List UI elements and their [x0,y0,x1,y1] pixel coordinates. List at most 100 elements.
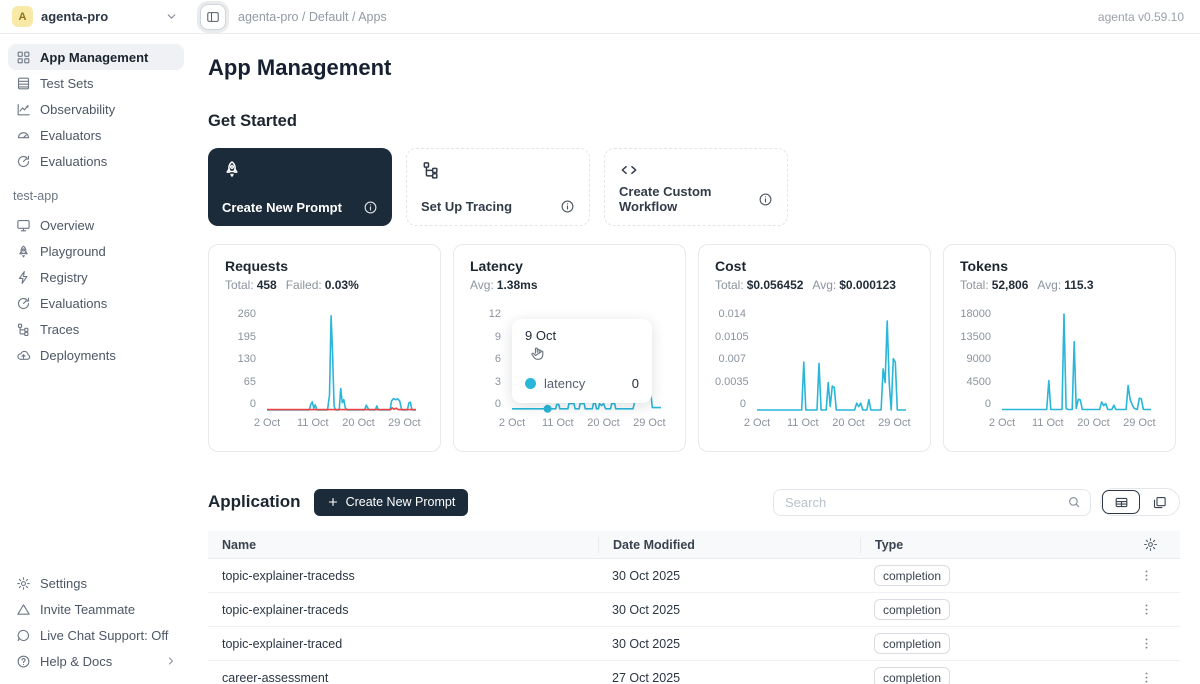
x-tick: 29 Oct [1123,417,1155,429]
y-tick: 0 [470,399,501,409]
sidebar-item-live-chat-support-off[interactable]: Live Chat Support: Off [8,622,184,648]
table-icon [15,75,31,91]
info-icon[interactable] [363,200,378,215]
gauge-icon [15,127,31,143]
x-tick: 29 Oct [878,417,910,429]
table-header: Name Date Modified Type [208,531,1180,559]
row-actions-kebab-icon[interactable] [1078,568,1180,583]
search-input[interactable] [785,495,1067,510]
application-header: Application Create New Prompt [208,488,1180,516]
refresh-icon [15,295,31,311]
x-tick: 2 Oct [744,417,770,429]
view-toggle [1100,488,1180,516]
chevron-right-icon [165,655,177,667]
row-actions-kebab-icon[interactable] [1078,670,1180,684]
sidebar-item-invite-teammate[interactable]: Invite Teammate [8,596,184,622]
info-icon[interactable] [560,199,575,214]
row-actions-kebab-icon[interactable] [1078,636,1180,651]
sidebar-item-observability[interactable]: Observability [8,96,184,122]
workspace-selector[interactable]: A agenta-pro [0,6,192,27]
column-header-date-modified[interactable]: Date Modified [598,537,860,553]
y-tick: 260 [225,309,256,319]
app-name[interactable]: topic-explainer-traceds [208,603,598,617]
line-chart [1000,305,1158,415]
get-started-card-set-up-tracing[interactable]: Set Up Tracing [406,148,590,226]
y-tick: 4500 [960,377,991,387]
card-view-button[interactable] [1140,490,1178,514]
sidebar-app-nav: OverviewPlaygroundRegistryEvaluationsTra… [8,212,184,368]
table-row[interactable]: topic-explainer-traceds30 Oct 2025comple… [208,593,1180,627]
sidebar-item-settings[interactable]: Settings [8,570,184,596]
tree-icon [421,160,441,180]
page-title: App Management [208,55,1180,81]
type-badge: completion [874,667,950,684]
hand-cursor-icon [528,345,545,362]
row-actions-kebab-icon[interactable] [1078,602,1180,617]
sidebar-item-playground[interactable]: Playground [8,238,184,264]
y-tick: 0.0105 [715,332,746,342]
sidebar-item-help-docs[interactable]: Help & Docs [8,648,184,674]
sidebar-item-deployments[interactable]: Deployments [8,342,184,368]
sidebar-item-evaluations[interactable]: Evaluations [8,148,184,174]
column-header-type[interactable]: Type [860,537,1078,553]
metric-card-requests[interactable]: RequestsTotal:458Failed:0.03%26019513065… [208,244,441,452]
sidebar-item-traces[interactable]: Traces [8,316,184,342]
y-tick: 3 [470,377,501,387]
app-name[interactable]: topic-explainer-traced [208,637,598,651]
sidebar-item-evaluations[interactable]: Evaluations [8,290,184,316]
sidebar-main-nav: App ManagementTest SetsObservabilityEval… [8,44,184,174]
help-icon [15,653,31,669]
sidebar-item-registry[interactable]: Registry [8,264,184,290]
x-tick: 20 Oct [587,417,619,429]
line-chart [755,305,913,415]
table-row[interactable]: topic-explainer-traced30 Oct 2025complet… [208,627,1180,661]
metric-card-cost[interactable]: CostTotal:$0.056452Avg:$0.0001230.0140.0… [698,244,931,452]
table-view-button[interactable] [1102,490,1140,514]
search-icon[interactable] [1067,495,1081,509]
table-row[interactable]: topic-explainer-tracedss30 Oct 2025compl… [208,559,1180,593]
table-row[interactable]: career-assessment27 Oct 2025completion [208,661,1180,684]
sidebar-item-evaluators[interactable]: Evaluators [8,122,184,148]
x-tick: 20 Oct [1077,417,1109,429]
application-title: Application [208,492,301,512]
get-started-card-create-new-prompt[interactable]: Create New Prompt [208,148,392,226]
y-tick: 0.014 [715,309,746,319]
y-tick: 9000 [960,354,991,364]
sidebar-group-label: test-app [13,189,184,203]
breadcrumb[interactable]: agenta-pro / Default / Apps [238,10,387,24]
sidebar-footer-nav: SettingsInvite TeammateLive Chat Support… [8,570,184,674]
grid-icon [15,49,31,65]
sidebar-toggle-button[interactable] [200,4,226,30]
info-icon[interactable] [758,192,773,207]
sidebar-item-app-management[interactable]: App Management [8,44,184,70]
metric-stats: Total:458Failed:0.03% [225,278,424,292]
cloud-icon [15,347,31,363]
sidebar-item-overview[interactable]: Overview [8,212,184,238]
x-tick: 2 Oct [254,417,280,429]
metric-stats: Total:$0.056452Avg:$0.000123 [715,278,914,292]
triangle-icon [15,601,31,617]
app-name[interactable]: career-assessment [208,671,598,684]
x-tick: 11 Oct [542,417,574,429]
applications-table: Name Date Modified Type topic-explainer-… [208,531,1180,684]
code-icon [619,160,639,180]
y-tick: 0 [960,399,991,409]
type-badge: completion [874,633,950,654]
sidebar-item-test-sets[interactable]: Test Sets [8,70,184,96]
x-tick: 2 Oct [499,417,525,429]
chat-icon [15,627,31,643]
y-tick: 0.0035 [715,377,746,387]
type-badge: completion [874,599,950,620]
app-type: completion [860,667,1078,684]
metric-card-tokens[interactable]: TokensTotal:52,806Avg:115.31800013500900… [943,244,1176,452]
table-settings-icon[interactable] [1078,537,1180,552]
app-name[interactable]: topic-explainer-tracedss [208,569,598,583]
sidebar: App ManagementTest SetsObservabilityEval… [0,34,192,684]
metric-card-latency[interactable]: LatencyAvg:1.38ms1296302 Oct11 Oct20 Oct… [453,244,686,452]
chart-icon [15,101,31,117]
column-header-name[interactable]: Name [208,537,598,553]
create-new-prompt-button[interactable]: Create New Prompt [314,489,469,516]
chevron-down-icon[interactable] [165,10,178,23]
x-tick: 20 Oct [342,417,374,429]
get-started-card-create-custom-workflow[interactable]: Create Custom Workflow [604,148,788,226]
